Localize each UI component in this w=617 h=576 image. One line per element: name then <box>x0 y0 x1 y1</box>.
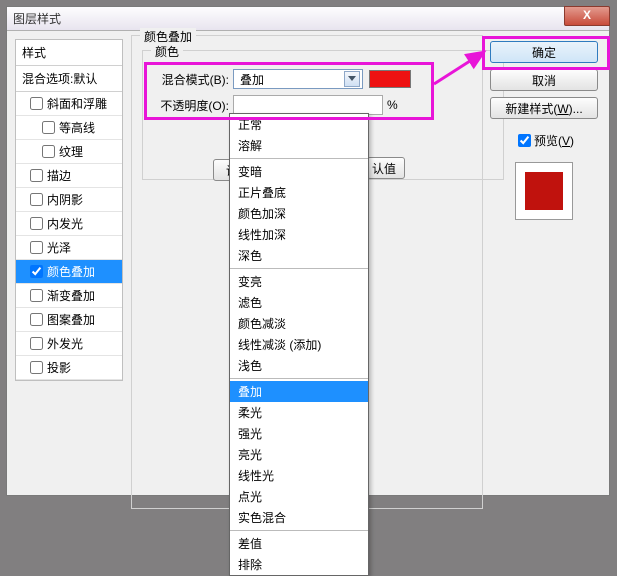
sidebar-checkbox-4[interactable] <box>30 193 43 206</box>
sidebar-checkbox-9[interactable] <box>30 313 43 326</box>
sidebar-checkbox-11[interactable] <box>30 361 43 374</box>
sidebar-checkbox-6[interactable] <box>30 241 43 254</box>
blend-option[interactable]: 差值 <box>230 533 368 554</box>
sidebar-item-0[interactable]: 斜面和浮雕 <box>16 92 122 115</box>
sidebar-checkbox-1[interactable] <box>42 121 55 134</box>
layer-style-dialog: 图层样式 X 样式 混合选项:默认 斜面和浮雕等高线纹理描边内阴影内发光光泽颜色… <box>6 6 610 496</box>
reset-default-button[interactable]: 认值 <box>367 157 405 179</box>
sidebar-item-label: 光泽 <box>47 239 71 256</box>
blend-option[interactable]: 颜色减淡 <box>230 313 368 334</box>
sidebar-item-label: 内阴影 <box>47 191 83 208</box>
sidebar-item-5[interactable]: 内发光 <box>16 212 122 235</box>
blend-mode-label: 混合模式(B): <box>153 71 233 88</box>
sidebar-item-label: 内发光 <box>47 215 83 232</box>
blend-option[interactable]: 柔光 <box>230 402 368 423</box>
sidebar-checkbox-0[interactable] <box>30 97 43 110</box>
cancel-button[interactable]: 取消 <box>490 69 598 91</box>
sidebar-item-4[interactable]: 内阴影 <box>16 188 122 211</box>
sidebar-checkbox-2[interactable] <box>42 145 55 158</box>
inner-group-title: 颜色 <box>151 43 183 60</box>
sidebar-item-3[interactable]: 描边 <box>16 164 122 187</box>
blend-mode-dropdown[interactable]: 正常溶解变暗正片叠底颜色加深线性加深深色变亮滤色颜色减淡线性减淡 (添加)浅色叠… <box>229 113 369 576</box>
sidebar-item-label: 描边 <box>47 167 71 184</box>
blend-option[interactable]: 滤色 <box>230 292 368 313</box>
preview-checkbox-input[interactable] <box>518 134 531 147</box>
blend-option[interactable]: 线性光 <box>230 465 368 486</box>
sidebar-item-9[interactable]: 图案叠加 <box>16 308 122 331</box>
right-button-column: 确定 取消 新建样式(W)... 预览(V) <box>489 41 599 220</box>
blend-mode-value: 叠加 <box>240 71 264 88</box>
sidebar-checkbox-7[interactable] <box>30 265 43 278</box>
sidebar-checkbox-3[interactable] <box>30 169 43 182</box>
dialog-body: 样式 混合选项:默认 斜面和浮雕等高线纹理描边内阴影内发光光泽颜色叠加渐变叠加图… <box>7 31 609 495</box>
blend-option[interactable]: 线性减淡 (添加) <box>230 334 368 355</box>
preview-checkbox[interactable]: 预览(V) <box>514 131 574 150</box>
blend-mode-combo[interactable]: 叠加 <box>233 69 363 89</box>
sidebar-item-label: 斜面和浮雕 <box>47 95 107 112</box>
blend-option[interactable]: 溶解 <box>230 135 368 156</box>
preview-swatch <box>515 162 573 220</box>
sidebar-item-6[interactable]: 光泽 <box>16 236 122 259</box>
new-style-button[interactable]: 新建样式(W)... <box>490 97 598 119</box>
blend-option[interactable]: 叠加 <box>230 381 368 402</box>
titlebar[interactable]: 图层样式 X <box>7 7 609 31</box>
sidebar-item-10[interactable]: 外发光 <box>16 332 122 355</box>
ok-button[interactable]: 确定 <box>490 41 598 63</box>
sidebar-item-8[interactable]: 渐变叠加 <box>16 284 122 307</box>
opacity-input[interactable] <box>233 95 383 115</box>
sidebar-checkbox-8[interactable] <box>30 289 43 302</box>
chevron-down-icon <box>344 71 360 87</box>
close-button[interactable]: X <box>564 6 610 26</box>
sidebar-item-label: 图案叠加 <box>47 311 95 328</box>
blend-option[interactable]: 亮光 <box>230 444 368 465</box>
blend-option[interactable]: 点光 <box>230 486 368 507</box>
blend-option[interactable]: 排除 <box>230 554 368 575</box>
sidebar-item-label: 颜色叠加 <box>47 263 95 280</box>
sidebar-item-label: 纹理 <box>59 143 83 160</box>
blend-option[interactable]: 正常 <box>230 114 368 135</box>
blend-option[interactable]: 线性加深 <box>230 224 368 245</box>
sidebar-checkbox-5[interactable] <box>30 217 43 230</box>
sidebar-item-11[interactable]: 投影 <box>16 356 122 379</box>
sidebar-item-label: 投影 <box>47 359 71 376</box>
blend-option[interactable]: 强光 <box>230 423 368 444</box>
blend-option[interactable]: 变暗 <box>230 161 368 182</box>
opacity-unit: % <box>387 98 398 112</box>
overlay-color-swatch[interactable] <box>369 70 411 88</box>
blend-option[interactable]: 颜色加深 <box>230 203 368 224</box>
sidebar-item-label: 等高线 <box>59 119 95 136</box>
blend-option[interactable]: 变亮 <box>230 271 368 292</box>
styles-sidebar: 样式 混合选项:默认 斜面和浮雕等高线纹理描边内阴影内发光光泽颜色叠加渐变叠加图… <box>15 39 123 381</box>
sidebar-checkbox-10[interactable] <box>30 337 43 350</box>
sidebar-item-1[interactable]: 等高线 <box>16 116 122 139</box>
blend-option[interactable]: 正片叠底 <box>230 182 368 203</box>
opacity-label: 不透明度(O): <box>153 97 233 114</box>
sidebar-item-label: 渐变叠加 <box>47 287 95 304</box>
blend-option[interactable]: 实色混合 <box>230 507 368 528</box>
sidebar-item-2[interactable]: 纹理 <box>16 140 122 163</box>
sidebar-item-7[interactable]: 颜色叠加 <box>16 260 122 283</box>
sidebar-subheading[interactable]: 混合选项:默认 <box>16 66 122 91</box>
sidebar-heading: 样式 <box>16 40 122 65</box>
blend-option[interactable]: 浅色 <box>230 355 368 376</box>
blend-option[interactable]: 深色 <box>230 245 368 266</box>
sidebar-item-label: 外发光 <box>47 335 83 352</box>
close-icon: X <box>583 8 591 22</box>
window-title: 图层样式 <box>13 10 61 27</box>
